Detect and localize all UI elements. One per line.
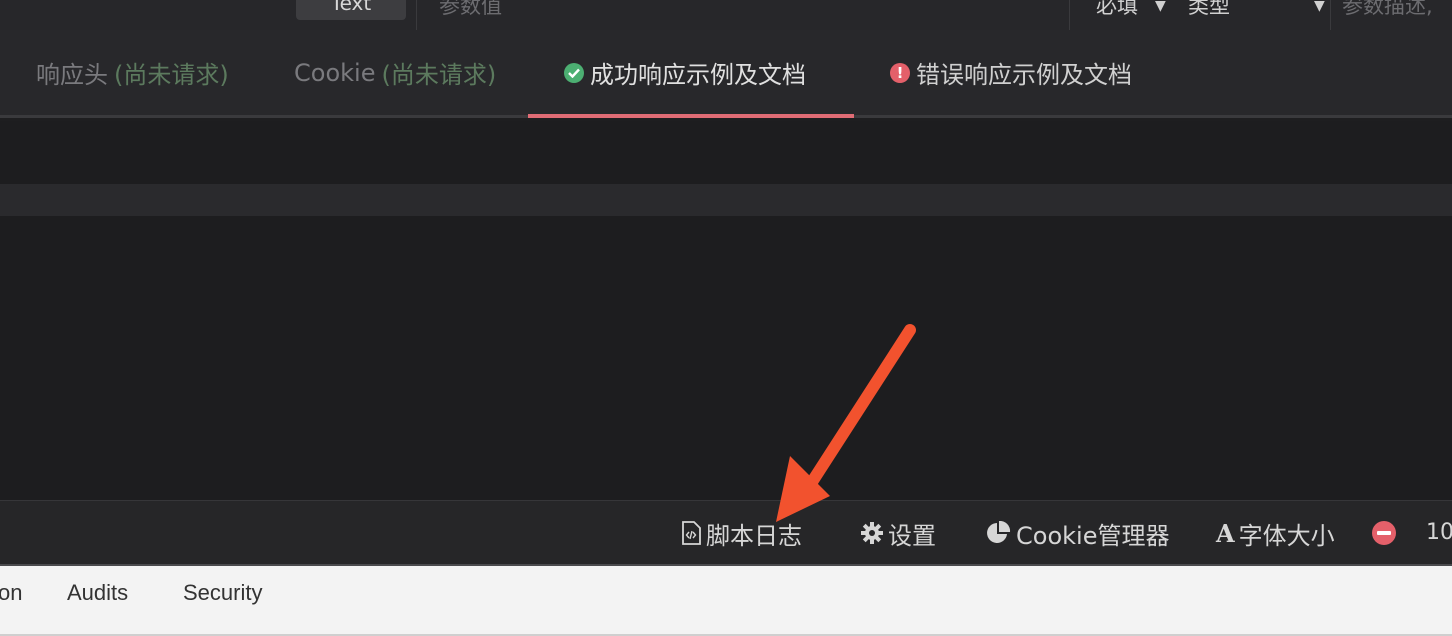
tab-label: Cookie — [294, 58, 376, 87]
tab-cookie[interactable]: Cookie (尚未请求) — [294, 30, 496, 115]
settings-button[interactable]: 设置 — [860, 501, 936, 565]
tab-label: 响应头 — [36, 61, 108, 89]
font-size-label: 字体大小 — [1238, 521, 1335, 550]
text-type-button[interactable]: Text — [296, 0, 406, 20]
minus-circle-icon — [1372, 521, 1396, 545]
tab-label: 成功响应示例及文档 — [590, 61, 806, 89]
param-value-placeholder: 参数值 — [439, 0, 502, 18]
caret-down-icon: ▼ — [1314, 0, 1325, 14]
param-desc-input[interactable]: 参数描述, — [1342, 0, 1433, 20]
type-select[interactable]: 类型 — [1188, 0, 1230, 20]
font-size-button[interactable]: A 字体大小 — [1216, 501, 1335, 565]
devtools-tab-audits[interactable]: Audits — [67, 580, 128, 606]
exclamation-circle-icon: ! — [890, 62, 910, 83]
required-select[interactable]: 必填 — [1096, 0, 1138, 20]
divider — [1330, 0, 1331, 30]
tab-error-examples[interactable]: ! 错误响应示例及文档 — [890, 30, 1132, 115]
font-icon: A — [1216, 518, 1235, 548]
devtools-tabbar: on Audits Security — [0, 566, 1452, 636]
script-log-label: 脚本日志 — [706, 521, 802, 550]
tab-success-examples[interactable]: 成功响应示例及文档 — [528, 30, 854, 118]
tab-response-headers[interactable]: 响应头 (尚未请求) — [36, 30, 229, 115]
bottom-toolbar: 脚本日志 设置 Cookie管理器 A 字体大小 10 — [0, 500, 1452, 566]
devtools-tab-partial[interactable]: on — [0, 580, 22, 606]
caret-down-icon: ▼ — [1155, 0, 1166, 14]
gear-icon — [861, 522, 883, 544]
cookie-manager-label: Cookie管理器 — [1016, 521, 1170, 550]
tab-status: (尚未请求) — [381, 61, 497, 89]
pie-chart-icon — [987, 521, 1011, 543]
zoom-out-button[interactable] — [1372, 501, 1396, 565]
script-log-button[interactable]: 脚本日志 — [680, 501, 802, 565]
tab-status: (尚未请求) — [114, 61, 229, 89]
tab-label: 错误响应示例及文档 — [916, 61, 1132, 89]
check-circle-icon — [564, 62, 584, 83]
param-value-input[interactable]: 参数值 — [416, 0, 1070, 30]
zoom-value: 10 — [1426, 520, 1452, 545]
response-content-area — [0, 121, 1452, 500]
content-row-highlight — [0, 184, 1452, 216]
param-row: Text 参数值 必填 ▼ 类型 ▼ 参数描述, — [0, 0, 1452, 30]
response-tabbar: 响应头 (尚未请求) Cookie (尚未请求) 成功响应示例及文档 ! 错误响… — [0, 30, 1452, 118]
script-file-icon — [682, 521, 701, 545]
settings-label: 设置 — [888, 521, 936, 550]
devtools-tab-security[interactable]: Security — [183, 580, 262, 606]
cookie-manager-button[interactable]: Cookie管理器 — [986, 501, 1169, 565]
